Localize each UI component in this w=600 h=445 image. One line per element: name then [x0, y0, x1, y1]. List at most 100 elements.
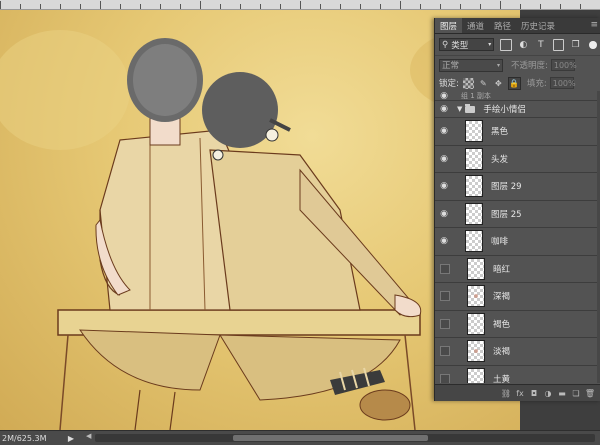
tab-layers[interactable]: 图层 — [435, 18, 463, 33]
layer-filter-row: ⚲ 类型 ▾ ◐ T ❐ — [435, 34, 600, 56]
visibility-toggle[interactable] — [440, 318, 450, 329]
layer-thumbnail — [465, 147, 483, 170]
layer-thumbnail — [465, 120, 483, 143]
lock-position-icon[interactable]: ✥ — [493, 78, 504, 89]
layer-name: 深褐 — [493, 292, 511, 303]
ruler-tick — [520, 4, 521, 9]
panel-menu-icon[interactable]: ≡ — [590, 20, 598, 30]
layer-group-row[interactable]: ◉ ▼ 手绘小情侣 — [435, 101, 600, 118]
image-filter-icon[interactable] — [500, 38, 512, 51]
horizontal-scrollbar[interactable] — [95, 434, 595, 442]
layer-row[interactable]: ◉ 黑色 — [435, 118, 600, 146]
eye-icon[interactable]: ◉ — [435, 104, 453, 114]
visibility-toggle[interactable] — [440, 373, 450, 383]
ruler-tick — [440, 4, 441, 9]
panel-tab-bar: 图层 通道 路径 历史记录 ≡ — [435, 18, 600, 34]
status-menu-arrow-icon[interactable]: ▶ — [64, 434, 78, 443]
layer-row[interactable]: 深褐 — [435, 283, 600, 311]
chevron-down-icon: ▾ — [496, 61, 500, 69]
fill-field[interactable]: 100% — [549, 77, 576, 89]
disclosure-triangle-icon[interactable]: ▼ — [457, 105, 462, 113]
lock-transparency-icon[interactable] — [462, 77, 474, 89]
layer-row[interactable]: ◉ 图层 29 — [435, 173, 600, 201]
link-icon[interactable]: ⛓ — [499, 389, 513, 398]
ruler-tick — [160, 4, 161, 9]
layer-thumbnail — [465, 230, 483, 253]
layer-name: 淡褐 — [493, 347, 511, 358]
layer-row[interactable]: 土黄 — [435, 366, 600, 383]
type-filter-icon[interactable]: T — [535, 39, 546, 51]
visibility-toggle[interactable] — [440, 291, 450, 302]
top-ruler — [0, 0, 600, 10]
ruler-tick — [260, 4, 261, 9]
layer-row[interactable]: 暗红 — [435, 256, 600, 283]
eye-icon[interactable]: ◉ — [435, 181, 453, 191]
mask-icon[interactable]: ◘ — [527, 389, 541, 398]
paint-dot — [474, 294, 478, 299]
layer-row[interactable]: ◉ 图层 25 — [435, 201, 600, 228]
ruler-tick — [200, 1, 201, 9]
ruler-tick — [500, 1, 501, 9]
smart-object-filter-icon[interactable]: ❐ — [570, 39, 581, 51]
filter-toggle-icon[interactable] — [589, 40, 597, 49]
trash-icon[interactable]: 🗑 — [583, 389, 597, 398]
lock-all-icon[interactable]: 🔒 — [507, 76, 521, 90]
ruler-tick — [0, 1, 1, 9]
layer-row[interactable]: ◉ 头发 — [435, 146, 600, 173]
layer-thumbnail — [467, 367, 485, 383]
filter-type-select[interactable]: ⚲ 类型 ▾ — [439, 38, 495, 51]
shape-filter-icon[interactable] — [552, 38, 565, 51]
ruler-tick — [360, 4, 361, 9]
ruler-tick — [40, 4, 41, 9]
layer-list: ◉ 组 1 副本 ◉ ▼ 手绘小情侣 ◉ 黑色 ◉ 头发 ◉ 图层 29 ◉ 图… — [435, 91, 600, 383]
new-layer-icon[interactable]: ❏ — [569, 389, 583, 398]
layer-name: 图层 29 — [491, 182, 522, 193]
blend-mode-label: 正常 — [442, 61, 460, 71]
ruler-tick — [340, 4, 341, 9]
visibility-toggle[interactable] — [440, 346, 450, 357]
eye-icon[interactable]: ◉ — [435, 236, 453, 246]
eye-icon[interactable]: ◉ — [435, 154, 453, 164]
ruler-tick — [280, 4, 281, 9]
layer-name: 咖啡 — [491, 237, 509, 248]
layers-panel-footer: ⛓ fx ◘ ◑ ▬ ❏ 🗑 — [435, 384, 600, 401]
layer-name: 组 1 副本 — [461, 91, 491, 100]
visibility-toggle[interactable] — [440, 263, 450, 274]
ruler-tick — [180, 4, 181, 9]
adjustment-icon[interactable]: ◑ — [541, 389, 555, 398]
horizontal-scroll-thumb[interactable] — [233, 435, 428, 441]
eye-icon[interactable]: ◉ — [435, 209, 453, 219]
layer-name: 图层 25 — [491, 209, 522, 220]
ruler-tick — [80, 4, 81, 9]
layer-thumbnail — [465, 175, 483, 198]
ruler-tick — [240, 4, 241, 9]
group-icon[interactable]: ▬ — [555, 389, 569, 398]
ruler-tick — [100, 1, 101, 9]
adjustment-filter-icon[interactable]: ◐ — [518, 39, 529, 51]
tab-paths[interactable]: 路径 — [489, 18, 516, 33]
status-bar: 2M/625.3M ▶ ◀ — [0, 430, 600, 445]
lock-pixels-icon[interactable]: ✎ — [478, 78, 489, 89]
tab-channels[interactable]: 通道 — [462, 18, 489, 33]
ruler-tick — [300, 1, 301, 9]
tab-history[interactable]: 历史记录 — [516, 18, 560, 33]
blend-mode-select[interactable]: 正常 ▾ — [439, 58, 503, 72]
eye-icon[interactable]: ◉ — [435, 126, 453, 136]
scroll-left-icon[interactable]: ◀ — [86, 432, 91, 440]
layer-row[interactable]: 淡褐 — [435, 338, 600, 366]
layer-row[interactable]: 褐色 — [435, 311, 600, 338]
ruler-tick — [420, 4, 421, 9]
layer-row-partial[interactable]: ◉ 组 1 副本 — [435, 91, 600, 101]
filter-type-label: 类型 — [451, 40, 469, 51]
ruler-tick — [480, 4, 481, 9]
fx-icon[interactable]: fx — [513, 389, 527, 398]
opacity-field[interactable]: 100% — [550, 59, 577, 71]
fill-label: 填充: — [526, 79, 547, 89]
folder-icon — [465, 103, 476, 113]
ruler-tick — [60, 4, 61, 9]
eye-icon[interactable]: ◉ — [435, 91, 453, 101]
layer-row[interactable]: ◉ 咖啡 — [435, 228, 600, 256]
ruler-tick — [460, 4, 461, 9]
ruler-tick — [20, 4, 21, 9]
ruler-tick — [560, 4, 561, 9]
